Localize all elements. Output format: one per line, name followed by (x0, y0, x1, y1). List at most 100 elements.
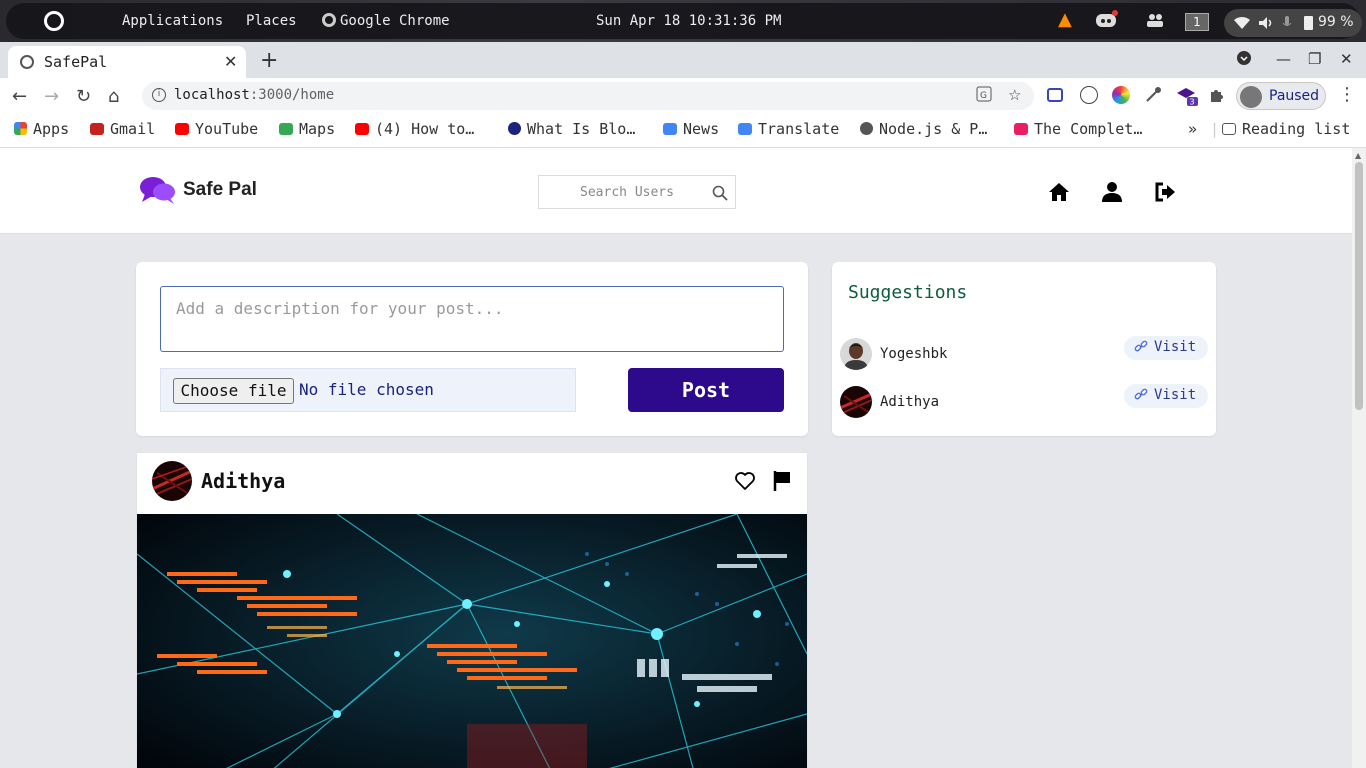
chrome-icon (322, 13, 336, 27)
bookmark-star-icon[interactable]: ☆ (1008, 86, 1021, 104)
bookmark-label: What Is Blo… (527, 120, 636, 138)
bookmark-how-to[interactable]: (4) How to… (355, 120, 474, 138)
people-icon[interactable] (1146, 12, 1164, 32)
bookmarks-overflow-icon[interactable]: » (1188, 120, 1197, 138)
post-description-input[interactable] (160, 286, 784, 352)
address-bar[interactable]: i localhost:3000/home G ☆ (142, 82, 1034, 110)
choose-file-button[interactable]: Choose file (173, 378, 294, 404)
screen-recorder-extension-icon[interactable] (1047, 88, 1063, 102)
extensions-puzzle-icon[interactable] (1208, 86, 1226, 104)
svg-text:G: G (980, 91, 987, 101)
reading-list-icon (1222, 123, 1236, 135)
post-author[interactable]: Adithya (201, 469, 285, 493)
suggestion-name[interactable]: Yogeshbk (880, 346, 947, 362)
search-input[interactable] (547, 182, 707, 202)
suggestions-title: Suggestions (848, 282, 968, 303)
bookmark-label: Apps (33, 120, 70, 138)
youtube-icon (175, 123, 189, 135)
bookmark-news[interactable]: News (663, 120, 719, 138)
reading-list-button[interactable]: Reading list (1222, 120, 1350, 138)
app-header: Safe Pal (0, 148, 1352, 234)
bookmark-gmail[interactable]: Gmail (90, 120, 155, 138)
vlc-icon[interactable]: ▲ (1058, 9, 1072, 30)
bookmark-apps[interactable]: Apps (14, 120, 69, 138)
visit-label: Visit (1154, 339, 1197, 355)
system-tray[interactable]: 99 % (1224, 9, 1362, 37)
profile-nav-icon[interactable] (1101, 181, 1123, 203)
translate-icon (738, 123, 752, 135)
bookmark-translate[interactable]: Translate (738, 120, 839, 138)
avatar[interactable] (152, 461, 192, 501)
bookmark-label: News (683, 120, 720, 138)
tab-search-icon[interactable] (1236, 50, 1252, 70)
browser-tab-strip: SafePal ✕ + — ❐ ✕ (0, 42, 1366, 78)
graduation-extension-icon[interactable]: 3 (1176, 86, 1198, 107)
profile-avatar (1240, 86, 1262, 108)
url-path: :3000/home (249, 87, 335, 103)
bookmarks-divider: | (1210, 120, 1220, 138)
activities-icon[interactable] (44, 11, 64, 31)
news-icon (663, 123, 677, 135)
tab-close-icon[interactable]: ✕ (224, 52, 237, 71)
maps-icon (279, 123, 293, 135)
bookmark-the-complet[interactable]: The Complet… (1014, 120, 1142, 138)
youtube-icon (355, 123, 369, 135)
scroll-up-icon[interactable]: ▲ (1355, 151, 1361, 160)
workspace-indicator[interactable]: 1 (1185, 13, 1209, 31)
reload-icon[interactable]: ↻ (76, 86, 91, 107)
suggestion-name[interactable]: Adithya (880, 394, 939, 410)
os-applications-menu[interactable]: Applications (122, 13, 223, 29)
profile-button[interactable]: Paused (1236, 82, 1326, 110)
new-tab-icon[interactable]: + (260, 48, 278, 73)
visit-button[interactable]: Visit (1124, 336, 1208, 360)
udemy-icon (1014, 123, 1028, 135)
blog-icon (508, 122, 521, 135)
browser-toolbar: ← → ↻ ⌂ i localhost:3000/home G ☆ 3 Paus… (0, 78, 1366, 114)
globe-icon (860, 122, 873, 135)
address-url[interactable]: localhost:3000/home (174, 87, 334, 103)
minimize-icon[interactable]: — (1276, 50, 1291, 68)
home-nav-icon[interactable] (1048, 181, 1070, 203)
restore-icon[interactable]: ❐ (1308, 50, 1321, 68)
bookmark-label: (4) How to… (375, 120, 475, 138)
bookmark-maps[interactable]: Maps (279, 120, 335, 138)
post-image (137, 514, 807, 768)
discord-icon[interactable] (1094, 10, 1118, 34)
file-status: No file chosen (299, 380, 434, 399)
microphone-icon (1282, 15, 1292, 34)
search-icon[interactable] (711, 184, 729, 202)
forward-icon[interactable]: → (44, 86, 59, 107)
os-clock[interactable]: Sun Apr 18 10:31:36 PM (596, 13, 781, 29)
visit-button[interactable]: Visit (1124, 384, 1208, 408)
page-scrollbar[interactable]: ▲ (1352, 148, 1366, 768)
close-window-icon[interactable]: ✕ (1340, 50, 1353, 68)
scrollbar-thumb[interactable] (1355, 162, 1363, 410)
bookmark-nodejs[interactable]: Node.js & P… (860, 120, 987, 138)
post-card: Adithya (137, 453, 807, 768)
os-places-menu[interactable]: Places (246, 13, 297, 29)
bookmark-youtube[interactable]: YouTube (175, 120, 258, 138)
site-info-icon[interactable]: i (152, 88, 166, 102)
color-picker-extension-icon[interactable] (1112, 86, 1130, 104)
gmail-icon (90, 123, 104, 135)
os-active-app[interactable]: Google Chrome (322, 13, 450, 29)
browser-menu-icon[interactable]: ⋮ (1338, 84, 1356, 105)
bookmark-label: Maps (299, 120, 336, 138)
search-users-box[interactable] (538, 175, 736, 209)
code-extension-icon[interactable] (1080, 86, 1098, 104)
home-icon[interactable]: ⌂ (108, 86, 119, 107)
eyedropper-extension-icon[interactable] (1144, 86, 1162, 104)
bookmarks-bar: Apps Gmail YouTube Maps (4) How to… What… (0, 114, 1366, 148)
bookmark-what-is-blo[interactable]: What Is Blo… (508, 120, 635, 138)
back-icon[interactable]: ← (12, 86, 27, 107)
bookmark-label: The Complet… (1034, 120, 1143, 138)
post-button[interactable]: Post (628, 368, 784, 412)
translate-icon[interactable]: G (976, 86, 992, 106)
os-panel: Applications Places Google Chrome Sun Ap… (6, 3, 1362, 39)
tab-title: SafePal (44, 53, 108, 71)
logout-nav-icon[interactable] (1154, 181, 1176, 203)
file-input[interactable]: Choose file No file chosen (160, 368, 576, 412)
report-flag-icon[interactable] (772, 470, 792, 492)
like-heart-icon[interactable] (734, 470, 756, 492)
browser-tab-safepal[interactable]: SafePal ✕ (8, 46, 246, 78)
